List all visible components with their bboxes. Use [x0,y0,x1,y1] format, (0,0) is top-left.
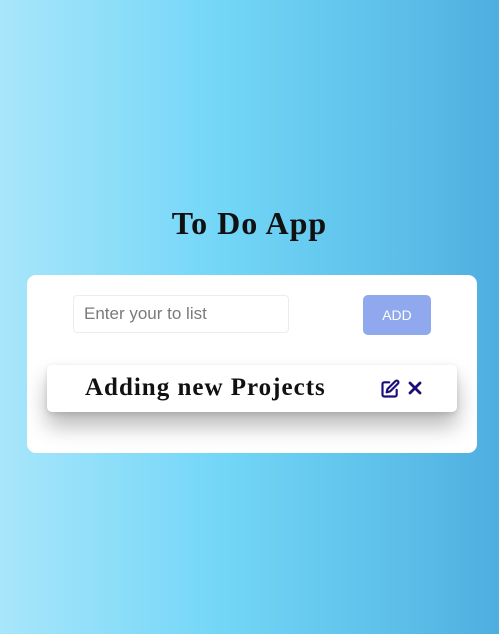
todo-card: ADD Adding new Projects [27,275,477,453]
page-title: To Do App [171,205,328,241]
todo-item-text: Adding new Projects [85,374,326,401]
edit-icon[interactable] [380,379,400,399]
close-icon[interactable] [407,380,423,396]
add-button[interactable]: ADD [363,295,431,335]
todo-item: Adding new Projects [47,365,457,412]
todo-input[interactable] [73,295,289,333]
